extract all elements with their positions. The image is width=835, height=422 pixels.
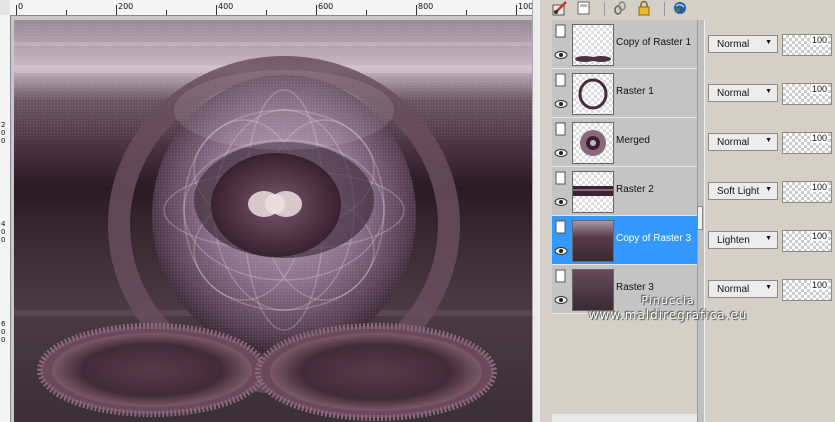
disc-left (37, 323, 267, 417)
ruler-horizontal: 0 200 400 600 800 100 (10, 0, 532, 16)
blend-mode-dropdown[interactable]: Normal ▼ (708, 133, 778, 151)
canvas-scrollbar[interactable] (532, 0, 540, 422)
watermark: Pinuccia www.maldiregrafica.eu (568, 294, 768, 322)
layer-thumbnail (572, 220, 614, 262)
ruler-label: 100 (518, 2, 532, 11)
chevron-down-icon: ▼ (765, 88, 772, 95)
layers-toolbar (540, 0, 835, 20)
lock-icon[interactable] (636, 0, 652, 16)
ruler-label: 6 (1, 320, 6, 328)
chevron-down-icon: ▼ (765, 186, 772, 193)
layer-name: Copy of Raster 1 (616, 37, 692, 48)
disc-right (255, 323, 497, 421)
layer-row-merged[interactable]: Merged (552, 118, 697, 167)
image-canvas[interactable] (14, 20, 535, 422)
layer-thumbnail (572, 73, 614, 115)
eye-icon[interactable] (554, 48, 568, 62)
brush-layer-icon[interactable] (552, 0, 568, 16)
layer-name: Copy of Raster 3 (616, 233, 692, 244)
layer-row-raster-2[interactable]: Raster 2 (552, 167, 697, 216)
link-icon[interactable] (612, 0, 628, 16)
layer-list-scrollbar[interactable] (552, 414, 697, 422)
globe-visibility-icon[interactable] (672, 0, 688, 16)
canvas-area: 0 200 400 600 800 100 2 0 0 4 0 0 6 0 0 (0, 0, 540, 422)
layer-page-icon[interactable] (554, 269, 568, 283)
opacity-field[interactable]: 100 (782, 132, 832, 154)
blend-mode-dropdown[interactable]: Normal ▼ (708, 84, 778, 102)
layer-page-icon[interactable] (554, 171, 568, 185)
eye-icon[interactable] (554, 244, 568, 258)
layer-thumbnail (572, 122, 614, 164)
chevron-down-icon: ▼ (765, 235, 772, 242)
palette-splitter-handle[interactable] (697, 206, 703, 230)
opacity-field[interactable]: 100 (782, 279, 832, 301)
layer-thumbnail (572, 171, 614, 213)
ruler-label: 0 (1, 228, 6, 236)
layer-name: Raster 3 (616, 282, 654, 293)
ruler-vertical: 2 0 0 4 0 0 6 0 0 (0, 15, 11, 422)
layer-props-row: Normal ▼ 100 (705, 118, 835, 167)
layer-page-icon[interactable] (554, 73, 568, 87)
layer-props-row: Normal ▼ 100 (705, 69, 835, 118)
layer-thumbnail (572, 24, 614, 66)
ruler-label: 400 (218, 2, 234, 11)
opacity-field[interactable]: 100 (782, 230, 832, 252)
opacity-field[interactable]: 100 (782, 181, 832, 203)
watermark-author: Pinuccia (641, 294, 695, 307)
ruler-label: 0 (1, 236, 6, 244)
layer-name: Raster 2 (616, 184, 654, 195)
ruler-label: 4 (1, 220, 6, 228)
ruler-label: 0 (1, 328, 6, 336)
ruler-label: 0 (1, 336, 6, 344)
blend-mode-dropdown[interactable]: Soft Light ▼ (708, 182, 778, 200)
opacity-field[interactable]: 100 (782, 83, 832, 105)
layer-row-copy-of-raster-1[interactable]: Copy of Raster 1 (552, 20, 697, 69)
layers-palette: Copy of Raster 1 Raster 1 Merged Raster … (540, 0, 835, 422)
opacity-field[interactable]: 100 (782, 34, 832, 56)
eye-icon[interactable] (554, 146, 568, 160)
layer-props-row: Lighten ▼ 100 (705, 216, 835, 265)
watermark-url: www.maldiregrafica.eu (588, 308, 748, 322)
layer-properties-column: Normal ▼ 100 Normal ▼ 100 Normal ▼ 100 Soft… (705, 20, 835, 422)
layer-name: Raster 1 (616, 86, 654, 97)
chevron-down-icon: ▼ (765, 284, 772, 291)
eye-icon[interactable] (554, 97, 568, 111)
ruler-label: 200 (118, 2, 134, 11)
ruler-label: 0 (1, 137, 6, 145)
blend-mode-dropdown[interactable]: Normal ▼ (708, 35, 778, 53)
layer-name: Merged (616, 135, 650, 146)
chevron-down-icon: ▼ (765, 137, 772, 144)
ruler-label: 0 (18, 2, 24, 11)
blend-mode-dropdown[interactable]: Lighten ▼ (708, 231, 778, 249)
layer-props-row: Soft Light ▼ 100 (705, 167, 835, 216)
ruler-label: 2 (1, 121, 6, 129)
ruler-label: 0 (1, 129, 6, 137)
layer-page-icon[interactable] (554, 220, 568, 234)
ruler-label: 600 (318, 2, 334, 11)
layer-page-icon[interactable] (554, 122, 568, 136)
chevron-down-icon: ▼ (765, 39, 772, 46)
layer-row-raster-1[interactable]: Raster 1 (552, 69, 697, 118)
layer-page-icon[interactable] (554, 24, 568, 38)
new-layer-icon[interactable] (576, 0, 592, 16)
layer-row-copy-of-raster-3[interactable]: Copy of Raster 3 (552, 216, 697, 265)
eye-icon[interactable] (554, 293, 568, 307)
layer-props-row: Normal ▼ 100 (705, 20, 835, 69)
ruler-label: 800 (418, 2, 434, 11)
eye-icon[interactable] (554, 195, 568, 209)
